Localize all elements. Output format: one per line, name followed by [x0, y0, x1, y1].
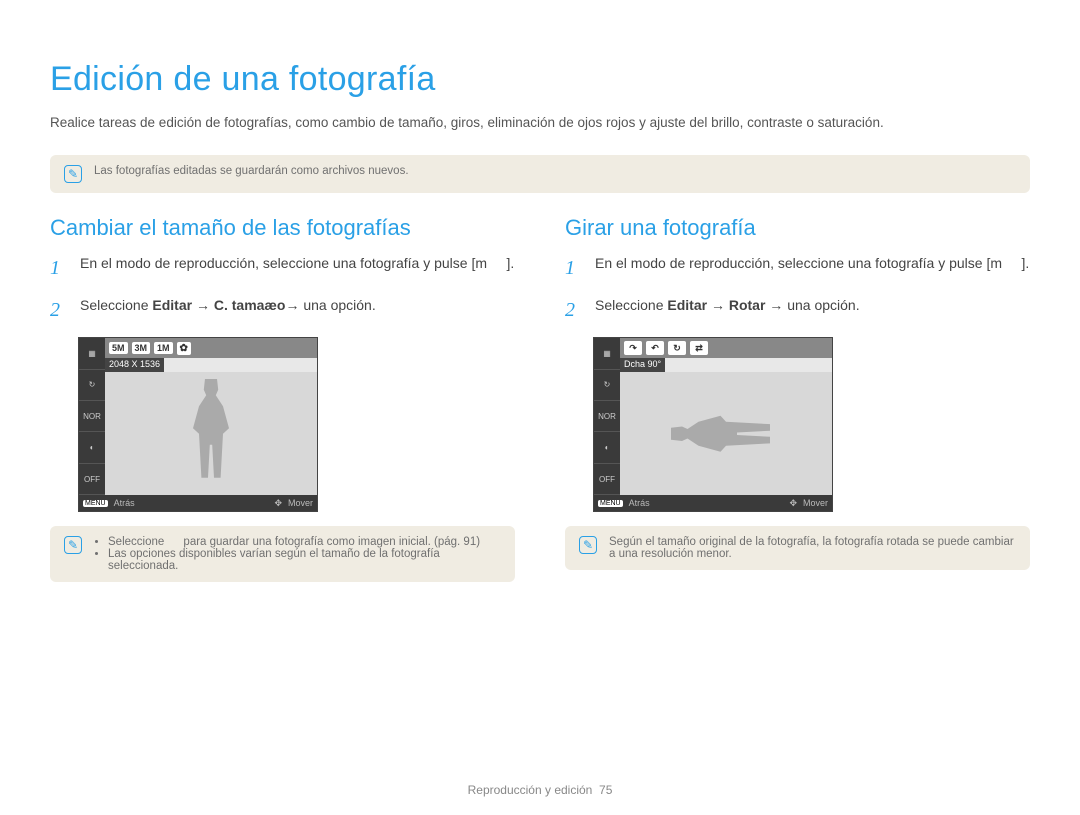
photo-silhouette-rotated — [671, 404, 781, 464]
back-label: Atrás — [629, 498, 650, 508]
step1-text: En el modo de reproducción, seleccione u… — [80, 253, 514, 283]
step-number-2: 2 — [565, 295, 583, 325]
photo-silhouette-standing — [181, 379, 241, 489]
rotate-options-bar: ↷ ↶ ↻ ⇄ — [620, 338, 832, 358]
note-icon: ✎ — [64, 165, 82, 183]
column-resize: Cambiar el tamaño de las fotografías 1 E… — [50, 215, 515, 582]
page-title: Edición de una fotografía — [50, 60, 1030, 99]
menu-icon: MENU — [598, 500, 623, 507]
rotation-label: Dcha 90° — [620, 358, 665, 372]
note-left: ✎ Seleccione para guardar una fotografía… — [50, 526, 515, 582]
note-top: ✎ Las fotografías editadas se guardarán … — [50, 155, 1030, 193]
sidebar-icon: ◐ — [594, 432, 620, 463]
flip-icon: ⇄ — [690, 341, 708, 355]
step2-text: Seleccione Editar → Rotar → una opción. — [595, 295, 860, 325]
sidebar-icon: ↻ — [79, 370, 105, 401]
rotate-180-icon: ↻ — [668, 341, 686, 355]
move-label: Mover — [288, 498, 313, 508]
resize-options-bar: 5M 3M 1M ✿ — [105, 338, 317, 358]
rotate-right-icon: ↷ — [624, 341, 642, 355]
step-number-2: 2 — [50, 295, 68, 325]
column-rotate: Girar una fotografía 1 En el modo de rep… — [565, 215, 1030, 582]
heading-resize: Cambiar el tamaño de las fotografías — [50, 215, 515, 241]
camera-screenshot-resize: ▦ ↻ NOR ◐ OFF 5M 3M 1M ✿ 2048 X 1536 — [78, 337, 318, 512]
size-chip: 1M — [154, 342, 173, 354]
size-chip-icon: ✿ — [177, 342, 191, 355]
size-chip: 5M — [109, 342, 128, 354]
sidebar-icon: OFF — [79, 464, 105, 495]
back-label: Atrás — [114, 498, 135, 508]
size-chip: 3M — [132, 342, 151, 354]
heading-rotate: Girar una fotografía — [565, 215, 1030, 241]
resolution-label: 2048 X 1536 — [105, 358, 164, 372]
note-right-text: Según el tamaño original de la fotografí… — [609, 536, 1016, 560]
sidebar-icon: NOR — [594, 401, 620, 432]
sidebar-icon: NOR — [79, 401, 105, 432]
step2-text: Seleccione Editar → C. tamaæo→ una opció… — [80, 295, 376, 325]
intro-text: Realice tareas de edición de fotografías… — [50, 113, 1030, 133]
sidebar-icon: ↻ — [594, 370, 620, 401]
sidebar-icon: OFF — [594, 464, 620, 495]
note-icon: ✎ — [579, 536, 597, 554]
note-right: ✎ Según el tamaño original de la fotogra… — [565, 526, 1030, 570]
camera-screenshot-rotate: ▦ ↻ NOR ◐ OFF ↷ ↶ ↻ ⇄ Dcha 90° MENU — [593, 337, 833, 512]
page-footer: Reproducción y edición 75 — [0, 783, 1080, 797]
dpad-icon: ✥ — [789, 498, 797, 509]
step-number-1: 1 — [50, 253, 68, 283]
dpad-icon: ✥ — [274, 498, 282, 509]
menu-icon: MENU — [83, 500, 108, 507]
step1-text: En el modo de reproducción, seleccione u… — [595, 253, 1029, 283]
note-left-item: Las opciones disponibles varían según el… — [108, 548, 501, 572]
move-label: Mover — [803, 498, 828, 508]
note-left-item: Seleccione para guardar una fotografía c… — [108, 536, 501, 548]
sidebar-icon: ▦ — [594, 338, 620, 369]
note-icon: ✎ — [64, 536, 82, 554]
sidebar-icon: ◐ — [79, 432, 105, 463]
sidebar-icon: ▦ — [79, 338, 105, 369]
note-top-text: Las fotografías editadas se guardarán co… — [94, 165, 409, 177]
step-number-1: 1 — [565, 253, 583, 283]
rotate-left-icon: ↶ — [646, 341, 664, 355]
